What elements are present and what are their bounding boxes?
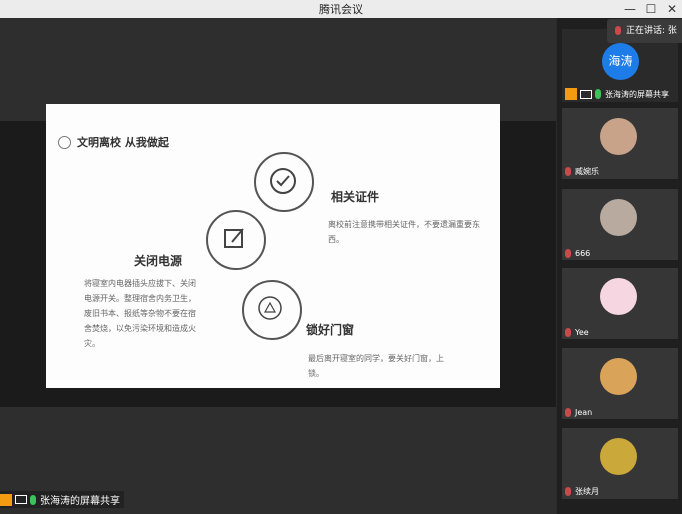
participant-label: Jean bbox=[565, 408, 592, 417]
mic-muted-icon bbox=[565, 249, 571, 258]
minimize-button[interactable]: — bbox=[619, 0, 641, 18]
mic-muted-icon bbox=[565, 487, 571, 496]
item-title-documents: 相关证件 bbox=[331, 190, 380, 204]
triangle-icon bbox=[258, 296, 282, 320]
mic-muted-icon bbox=[565, 408, 571, 417]
maximize-button[interactable]: ☐ bbox=[640, 0, 662, 18]
share-label-text: 张海涛的屏幕共享 bbox=[40, 496, 120, 507]
mic-icon bbox=[595, 89, 601, 99]
mic-icon bbox=[615, 26, 621, 35]
participant-tile[interactable]: 666 bbox=[562, 189, 678, 260]
avatar bbox=[600, 118, 637, 155]
participant-label: Yee bbox=[565, 328, 589, 337]
mic-muted-icon bbox=[565, 328, 571, 337]
check-icon bbox=[270, 168, 296, 194]
avatar bbox=[600, 358, 637, 395]
item-title-lock: 锁好门窗 bbox=[306, 323, 355, 337]
participant-label: 张海涛的屏幕共享 bbox=[565, 88, 669, 100]
share-source-icon bbox=[565, 88, 577, 100]
speaking-indicator: 正在讲话: 张 bbox=[607, 19, 682, 43]
item-desc-lock: 最后离开寝室的同学，要关好门窗，上锁。 bbox=[308, 354, 444, 378]
slide-heading-text: 文明离校 从我做起 bbox=[77, 136, 169, 149]
screen-icon bbox=[580, 89, 592, 99]
avatar: 海涛 bbox=[602, 43, 639, 80]
mic-muted-icon bbox=[565, 167, 571, 176]
participant-label: 臧婉乐 bbox=[565, 166, 599, 177]
participant-tile[interactable]: Yee bbox=[562, 268, 678, 339]
participant-tile[interactable]: Jean bbox=[562, 348, 678, 419]
avatar bbox=[600, 278, 637, 315]
window-title: 腾讯会议 bbox=[319, 3, 363, 16]
shared-slide: 文明离校 从我做起 相关证件 离校前注意携带相关证件，不要遗漏重要东西。 关闭电… bbox=[46, 104, 500, 388]
avatar bbox=[600, 438, 637, 475]
slide-heading: 文明离校 从我做起 bbox=[58, 134, 169, 150]
participant-label: 张续月 bbox=[565, 486, 599, 497]
share-source-icon bbox=[0, 493, 12, 506]
item-desc-power: 将寝室内电器插头应拔下、关闭电源开关。整理宿舍内务卫生，废旧书本、报纸等杂物不要… bbox=[84, 279, 196, 348]
title-bar: 腾讯会议 — ☐ ✕ bbox=[0, 0, 682, 18]
fingerprint-icon bbox=[58, 135, 71, 149]
mic-icon bbox=[30, 494, 36, 505]
edit-icon bbox=[224, 228, 244, 248]
item-desc-documents: 离校前注意携带相关证件，不要遗漏重要东西。 bbox=[328, 220, 480, 244]
share-label: 张海涛的屏幕共享 bbox=[0, 491, 124, 508]
participant-sidebar: 海涛 张海涛的屏幕共享 臧婉乐 666 Yee Jean 张续月 bbox=[557, 18, 682, 514]
avatar bbox=[600, 199, 637, 236]
participant-tile[interactable]: 张续月 bbox=[562, 428, 678, 499]
screen-icon bbox=[15, 495, 27, 504]
item-title-power: 关闭电源 bbox=[134, 254, 183, 268]
participant-label: 666 bbox=[565, 249, 590, 258]
participant-tile[interactable]: 臧婉乐 bbox=[562, 108, 678, 179]
close-button[interactable]: ✕ bbox=[661, 0, 682, 18]
